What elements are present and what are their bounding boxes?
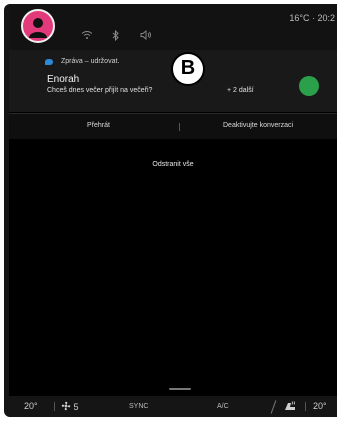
notification-sender: Enorah [47, 74, 80, 85]
right-temperature[interactable]: 20° [313, 401, 327, 411]
callout-label-badge: B [171, 52, 205, 86]
user-avatar[interactable] [21, 9, 55, 43]
actions-divider [179, 123, 180, 131]
contact-avatar[interactable] [299, 76, 319, 96]
bluetooth-icon [112, 29, 120, 44]
left-temperature[interactable]: 20° [24, 401, 38, 411]
notification-more-count[interactable]: + 2 další [227, 87, 254, 94]
wifi-icon [81, 30, 93, 43]
left-temperature-unit: ° [34, 401, 38, 411]
clear-all-button[interactable]: Odstranit vše [9, 161, 337, 168]
person-icon [29, 18, 47, 38]
right-temperature-value: 20 [313, 401, 324, 411]
ac-button[interactable]: A/C [217, 403, 229, 410]
fan-level-value: 5 [73, 402, 79, 412]
notification-message: Chceš dnes večer přijít na večeři? [47, 87, 153, 94]
seat-heating-icon [285, 401, 295, 410]
drag-handle[interactable] [169, 388, 191, 390]
temperature-time-readout: 16°C · 20:2 [289, 13, 335, 23]
divider-slant [270, 400, 277, 414]
deactivate-conversation-button[interactable]: Deaktivujte konverzaci [223, 122, 293, 129]
volume-icon [140, 30, 152, 43]
climate-bar: 20° 5 SYNC A/C 20° [9, 396, 337, 417]
fan-speed[interactable]: 5 [61, 401, 79, 412]
play-button[interactable]: Přehrát [87, 122, 110, 129]
screen: 16°C · 20:2 Zpráva – udržovat. Enorah Ch… [9, 4, 337, 396]
notification-actions: Přehrát Deaktivujte konverzaci [9, 113, 337, 139]
divider [305, 402, 306, 411]
chat-bubble-icon [45, 59, 53, 65]
sync-button[interactable]: SYNC [129, 403, 148, 410]
seat-heat-button[interactable] [283, 401, 297, 413]
left-temperature-value: 20 [24, 401, 35, 411]
right-temperature-unit: ° [323, 401, 327, 411]
divider [54, 402, 55, 411]
status-bar: 16°C · 20:2 [9, 4, 337, 50]
fan-icon [61, 401, 71, 411]
notification-app-label: Zpráva – udržovat. [61, 58, 120, 65]
